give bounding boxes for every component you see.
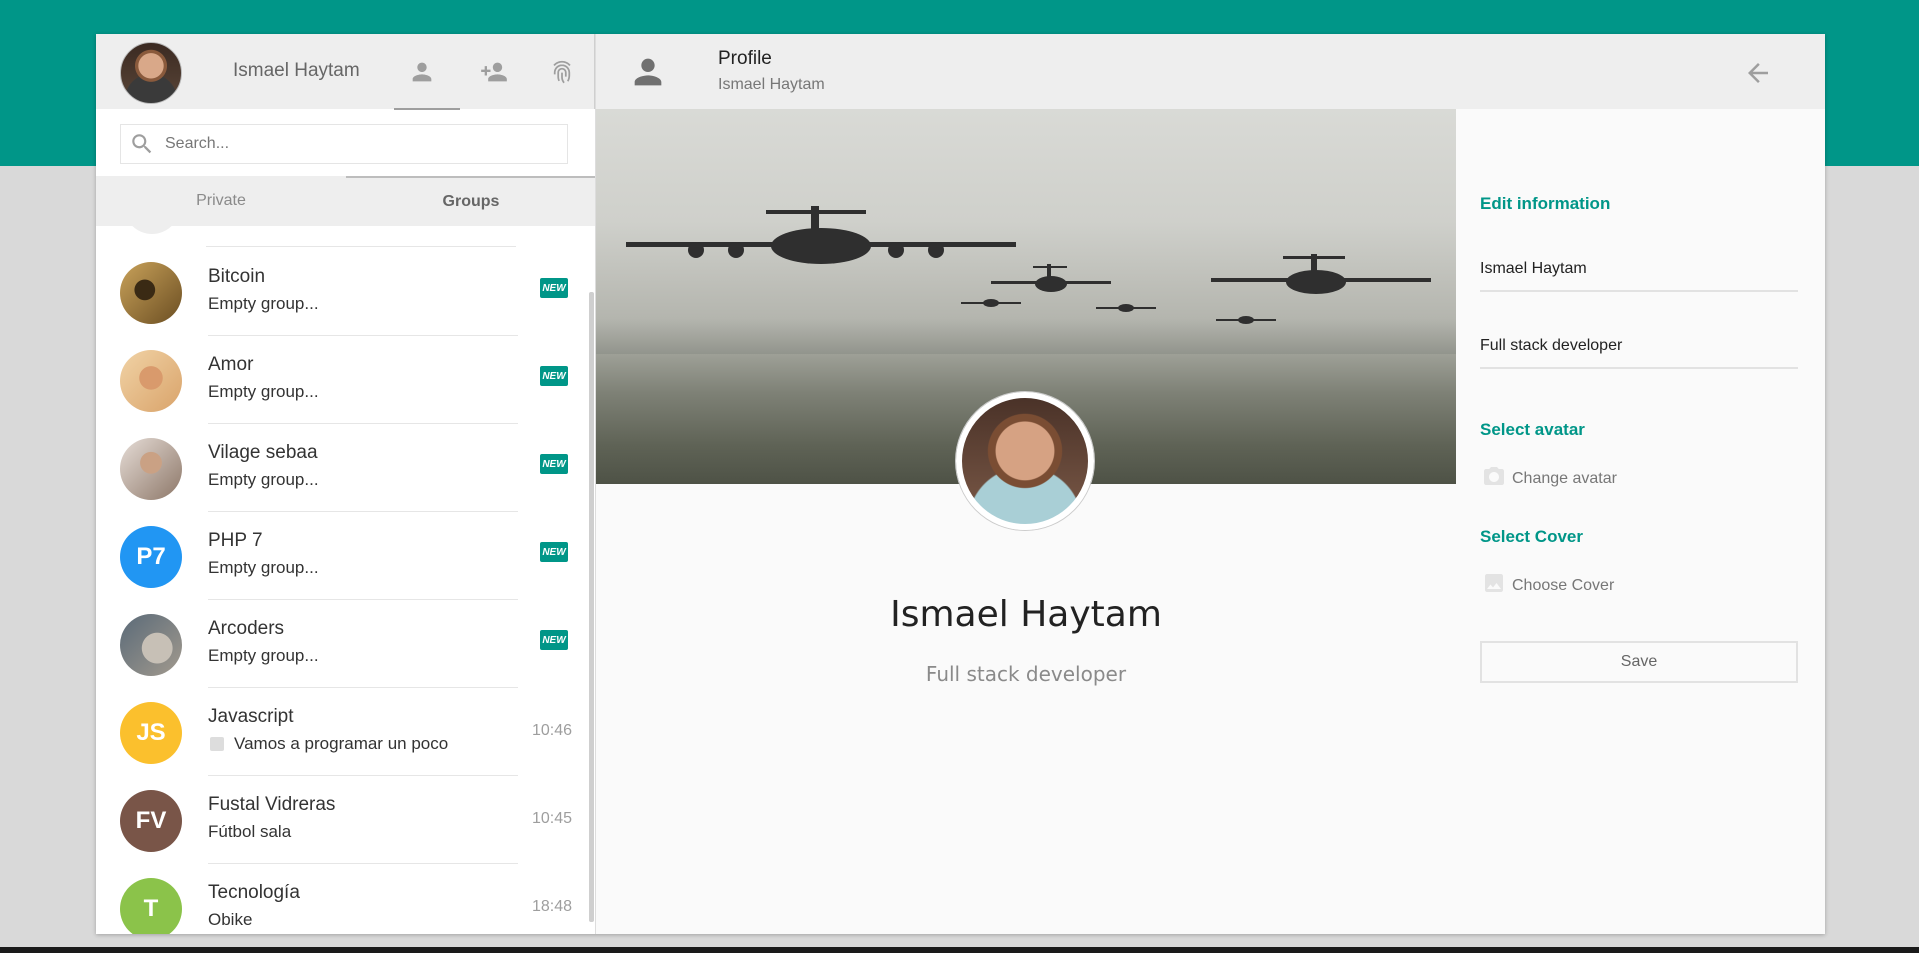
group-avatar: JS [120, 702, 182, 764]
camera-icon [1480, 464, 1508, 488]
chat-time: 10:46 [532, 722, 573, 739]
chat-subtitle: Obike [208, 910, 253, 929]
tab-groups[interactable]: Groups [346, 176, 595, 226]
chat-title: Javascript [208, 706, 294, 727]
new-badge: NEW [540, 278, 568, 298]
chat-subtitle: Fútbol sala [208, 822, 292, 841]
aircraft-graphic [961, 299, 1021, 307]
sidebar-header: Ismael Haytam [96, 34, 595, 110]
chat-time: 10:45 [532, 810, 573, 827]
group-avatar [120, 350, 182, 412]
group-avatar: T [120, 878, 182, 934]
aircraft-graphic [1096, 304, 1156, 312]
bottom-edge [0, 947, 1919, 953]
search-icon [132, 134, 152, 154]
new-badge: NEW [540, 630, 568, 650]
group-avatar [120, 262, 182, 324]
group-avatar [120, 438, 182, 500]
save-button[interactable]: Save [1480, 641, 1798, 683]
choose-cover-button[interactable]: Choose Cover [1480, 571, 1614, 595]
select-cover-heading: Select Cover [1480, 527, 1583, 546]
image-icon [1480, 571, 1508, 595]
chat-title: Bitcoin [208, 266, 266, 287]
person-icon [628, 52, 668, 92]
change-avatar-button[interactable]: Change avatar [1480, 464, 1617, 488]
chat-subtitle: Empty group... [208, 558, 319, 577]
chat-item-arcoders[interactable]: Arcoders Empty group... NEW [96, 600, 592, 688]
profile-name: Ismael Haytam [890, 594, 1162, 635]
group-avatar [120, 614, 182, 676]
header-tab-indicator [394, 108, 460, 110]
chat-title: Vilage sebaa [208, 442, 318, 463]
person-add-icon[interactable] [478, 56, 510, 88]
profile-description: Full stack developer [925, 662, 1127, 686]
edit-profile-panel: Edit information Select avatar Change av… [1456, 109, 1825, 934]
chat-item-fustal-vidreras[interactable]: FV Fustal Vidreras Fútbol sala 10:45 [96, 776, 592, 864]
chat-time: 18:48 [532, 898, 573, 915]
chat-item-php-7[interactable]: P7 PHP 7 Empty group... NEW [96, 512, 592, 600]
select-avatar-heading: Select avatar [1480, 420, 1585, 439]
choose-cover-label: Choose Cover [1512, 577, 1615, 594]
search-box [120, 124, 568, 164]
aircraft-graphic [1216, 316, 1276, 324]
profile-header-title: Profile [718, 48, 772, 69]
description-input[interactable] [1480, 319, 1798, 355]
chat-item-bitcoin[interactable]: Bitcoin Empty group... NEW [96, 248, 592, 336]
chat-subtitle: Empty group... [208, 382, 319, 401]
chat-title: Tecnología [208, 882, 300, 903]
person-icon[interactable] [406, 56, 438, 88]
chat-item-vilage-sebaa[interactable]: Vilage sebaa Empty group... NEW [96, 424, 592, 512]
chat-item-javascript[interactable]: JS Javascript Vamos a programar un poco … [96, 688, 592, 776]
chat-title: PHP 7 [208, 530, 263, 551]
fingerprint-icon[interactable] [546, 56, 578, 88]
edit-information-heading: Edit information [1480, 194, 1611, 213]
chat-subtitle: Vamos a programar un poco [234, 734, 449, 753]
divider [206, 246, 516, 247]
app-window: Ismael Haytam Private Groups [96, 34, 1825, 934]
chat-tabs: Private Groups [96, 176, 595, 226]
image-icon [210, 737, 224, 751]
profile-avatar [956, 392, 1094, 530]
back-arrow-icon[interactable] [1743, 58, 1773, 88]
new-badge: NEW [540, 366, 568, 386]
new-badge: NEW [540, 542, 568, 562]
group-avatar: FV [120, 790, 182, 852]
chat-title: Amor [208, 354, 254, 375]
description-field [1480, 319, 1798, 369]
name-field [1480, 242, 1798, 292]
chat-item-amor[interactable]: Amor Empty group... NEW [96, 336, 592, 424]
search-input[interactable] [165, 126, 567, 162]
user-avatar[interactable] [120, 42, 182, 104]
user-name: Ismael Haytam [233, 60, 360, 81]
new-badge: NEW [540, 454, 568, 474]
change-avatar-label: Change avatar [1512, 470, 1617, 487]
chat-list: Bitcoin Empty group... NEW Amor Empty gr… [96, 226, 592, 934]
chat-subtitle-row: Vamos a programar un poco [208, 734, 448, 754]
chat-title: Fustal Vidreras [208, 794, 336, 815]
group-avatar: P7 [120, 526, 182, 588]
chat-subtitle: Empty group... [208, 646, 319, 665]
chat-title: Arcoders [208, 618, 285, 639]
chat-sidebar: Ismael Haytam Private Groups [96, 34, 596, 934]
chat-subtitle: Empty group... [208, 294, 319, 313]
chat-item-tecnologia[interactable]: T Tecnología Obike 18:48 [96, 864, 592, 934]
chat-subtitle: Empty group... [208, 470, 319, 489]
profile-header-subtitle: Ismael Haytam [718, 76, 825, 93]
partial-avatar [124, 226, 180, 234]
profile-header: Profile Ismael Haytam [596, 34, 1825, 109]
chat-list-scrollbar[interactable] [589, 292, 594, 922]
aircraft-graphic [626, 206, 1016, 264]
aircraft-graphic [1211, 254, 1431, 294]
tab-private[interactable]: Private [96, 176, 346, 226]
name-input[interactable] [1480, 242, 1798, 278]
